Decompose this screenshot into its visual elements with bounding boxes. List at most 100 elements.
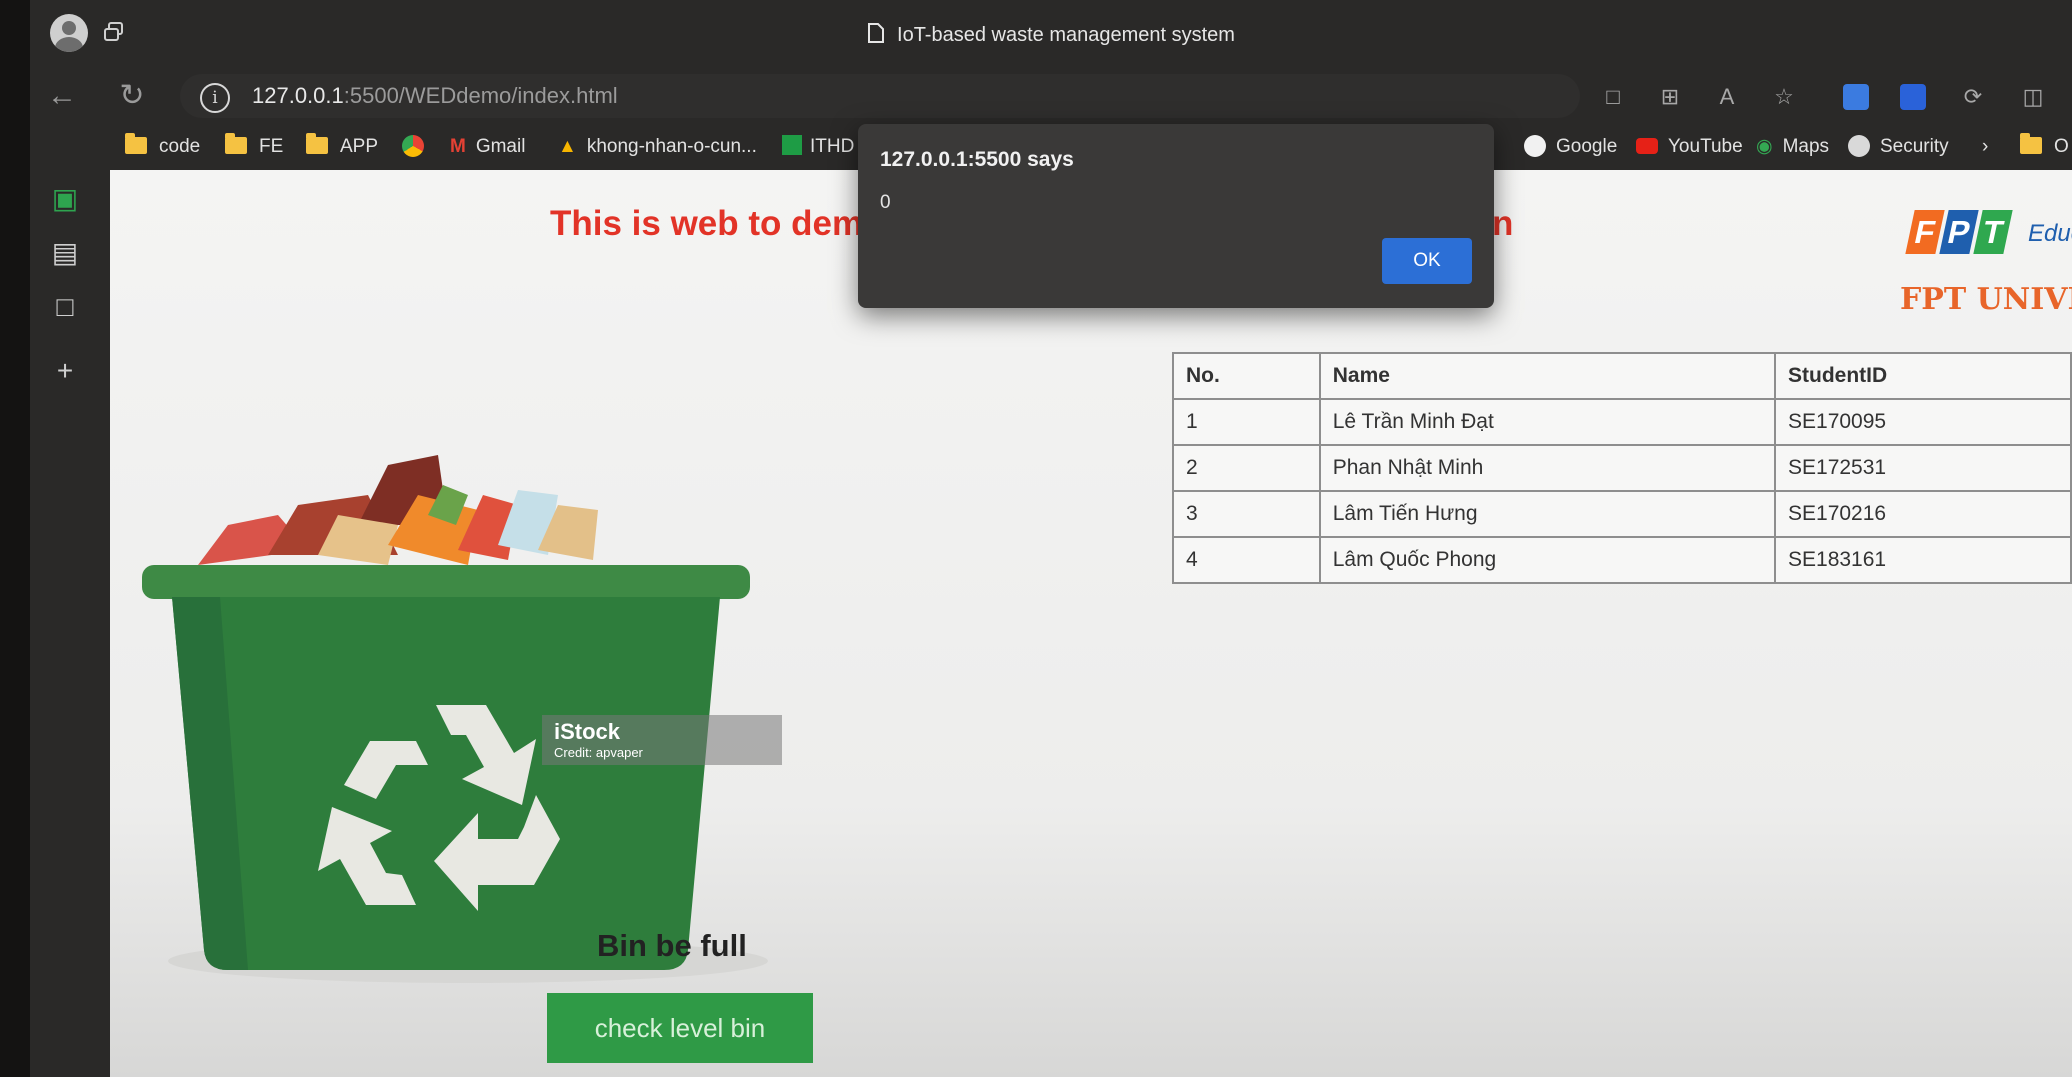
- bookmark-ithd[interactable]: ITHD: [782, 134, 854, 160]
- maps-pin-icon: ◉: [1756, 136, 1773, 157]
- site-info-icon[interactable]: i: [200, 83, 230, 113]
- bookmark-maps[interactable]: ◉ Maps: [1756, 134, 1829, 160]
- cell-name: Lê Trần Minh Đạt: [1318, 398, 1777, 446]
- header-name: Name: [1318, 352, 1777, 400]
- table-row: 2 Phan Nhật Minh SE172531: [1172, 444, 2072, 492]
- bookmarks-more-chevron-icon[interactable]: ›: [1982, 134, 1988, 160]
- split-screen-icon[interactable]: ◫: [2020, 84, 2046, 110]
- bookmark-label: Maps: [1782, 136, 1830, 157]
- alert-dialog: 127.0.0.1:5500 says 0 OK: [858, 124, 1494, 308]
- url-path: :5500/WEDdemo/index.html: [343, 83, 618, 108]
- sheets-icon[interactable]: ▣: [48, 182, 82, 216]
- bookmark-label: Gmail: [475, 136, 526, 157]
- favorite-star-icon[interactable]: ☆: [1771, 84, 1797, 110]
- bookmark-label: APP: [340, 136, 379, 157]
- url-text[interactable]: 127.0.0.1:5500/WEDdemo/index.html: [252, 83, 618, 109]
- table-header-row: No. Name StudentID: [1172, 352, 2072, 400]
- google-icon: [1848, 135, 1870, 157]
- chrome-icon: [402, 135, 424, 157]
- logo-letter: F: [1905, 210, 1945, 254]
- logo-letter: P: [1939, 210, 1979, 254]
- bookmark-fe[interactable]: FE: [225, 133, 284, 160]
- bookmark-label: code: [159, 136, 201, 157]
- url-host: 127.0.0.1: [252, 83, 344, 108]
- browser-side-panel: ▣ ▤ □ +: [30, 170, 110, 1077]
- apps-grid-icon[interactable]: ⊞: [1657, 84, 1683, 110]
- bookmark-code[interactable]: code: [125, 133, 201, 160]
- table-row: 4 Lâm Quốc Phong SE183161: [1172, 536, 2072, 584]
- bookmark-drive[interactable]: ▲ khong-nhan-o-cun...: [558, 134, 757, 160]
- table-row: 1 Lê Trần Minh Đạt SE170095: [1172, 398, 2072, 446]
- gmail-icon: M: [450, 136, 466, 157]
- full-recycle-bin-image: [142, 455, 768, 983]
- dialog-ok-button[interactable]: OK: [1382, 238, 1472, 284]
- istock-credit: Credit: apvaper: [554, 745, 643, 760]
- bookmark-label: ITHD: [810, 136, 855, 157]
- check-level-bin-button[interactable]: check level bin: [547, 993, 813, 1063]
- bookmark-chrome[interactable]: [402, 134, 434, 160]
- logo-edu-text: Educa: [2028, 220, 2072, 247]
- cell-name: Lâm Tiến Hưng: [1318, 490, 1777, 538]
- read-aloud-icon[interactable]: □: [1600, 84, 1626, 110]
- bookmark-other[interactable]: O: [2020, 133, 2069, 160]
- header-no: No.: [1172, 352, 1321, 400]
- document-icon: [868, 23, 885, 43]
- logo-university-text: FPT UNIVERS: [1900, 282, 2072, 317]
- reload-icon[interactable]: ↻: [114, 78, 150, 114]
- sheets-icon: [782, 135, 802, 155]
- folder-icon: [125, 133, 147, 154]
- youtube-icon: [1636, 138, 1658, 154]
- page-heading-tail: n: [1492, 204, 1514, 243]
- bookmark-youtube[interactable]: YouTube: [1636, 134, 1743, 160]
- address-bar[interactable]: i 127.0.0.1:5500/WEDdemo/index.html: [180, 74, 1580, 118]
- bookmark-label: Google: [1556, 136, 1618, 157]
- bookmark-label: Security: [1880, 136, 1949, 157]
- text-size-icon[interactable]: A: [1714, 84, 1740, 110]
- document-icon[interactable]: □: [48, 290, 82, 324]
- extensions-puzzle-icon[interactable]: ⟳: [1960, 84, 1986, 110]
- bookmark-google[interactable]: Google: [1524, 134, 1617, 160]
- header-student-id: StudentID: [1774, 352, 2072, 400]
- tab-title: IoT-based waste management system: [897, 24, 1235, 46]
- notes-icon[interactable]: ▤: [48, 236, 82, 270]
- cell-name: Phan Nhật Minh: [1318, 444, 1777, 492]
- folder-icon: [306, 133, 328, 154]
- cell-no: 2: [1172, 444, 1321, 492]
- bookmark-label: FE: [259, 136, 284, 157]
- bin-status-text: Bin be full: [597, 928, 747, 963]
- cell-student-id: SE172531: [1774, 444, 2072, 492]
- table-row: 3 Lâm Tiến Hưng SE170216: [1172, 490, 2072, 538]
- folder-icon: [225, 133, 247, 154]
- dialog-title: 127.0.0.1:5500 says: [880, 148, 1074, 171]
- cell-name: Lâm Quốc Phong: [1318, 536, 1777, 584]
- istock-brand: iStock: [554, 719, 621, 744]
- monitor-bezel: [0, 0, 30, 1077]
- cell-no: 1: [1172, 398, 1321, 446]
- bookmark-label: khong-nhan-o-cun...: [586, 136, 757, 157]
- bookmark-label: O: [2054, 136, 2069, 157]
- cell-no: 4: [1172, 536, 1321, 584]
- cell-no: 3: [1172, 490, 1321, 538]
- bookmark-security[interactable]: Security: [1848, 134, 1949, 160]
- cell-student-id: SE183161: [1774, 536, 2072, 584]
- back-arrow-icon[interactable]: ←: [44, 78, 80, 114]
- bookmark-gmail[interactable]: M Gmail: [450, 134, 525, 160]
- logo-letter: T: [1973, 210, 2013, 254]
- folder-icon: [2020, 133, 2042, 154]
- bookmark-label: YouTube: [1668, 136, 1743, 157]
- fpt-university-logo: FPT Educa FPT UNIVERS: [1900, 210, 2072, 330]
- cell-student-id: SE170216: [1774, 490, 2072, 538]
- cell-student-id: SE170095: [1774, 398, 2072, 446]
- extension-icon[interactable]: [1843, 84, 1869, 110]
- dialog-message: 0: [880, 192, 891, 213]
- bookmark-app[interactable]: APP: [306, 133, 379, 160]
- google-icon: [1524, 135, 1546, 157]
- add-icon[interactable]: +: [48, 354, 82, 388]
- istock-watermark: iStock Credit: apvaper: [542, 715, 782, 765]
- drive-icon: ▲: [558, 136, 577, 157]
- active-tab[interactable]: IoT-based waste management system: [30, 22, 2072, 47]
- student-table: No. Name StudentID 1 Lê Trần Minh Đạt SE…: [1172, 352, 2072, 584]
- page-heading: This is web to dem: [550, 204, 864, 243]
- address-toolbar: ← ↻ i 127.0.0.1:5500/WEDdemo/index.html …: [30, 70, 2072, 122]
- extension-icon[interactable]: [1900, 84, 1926, 110]
